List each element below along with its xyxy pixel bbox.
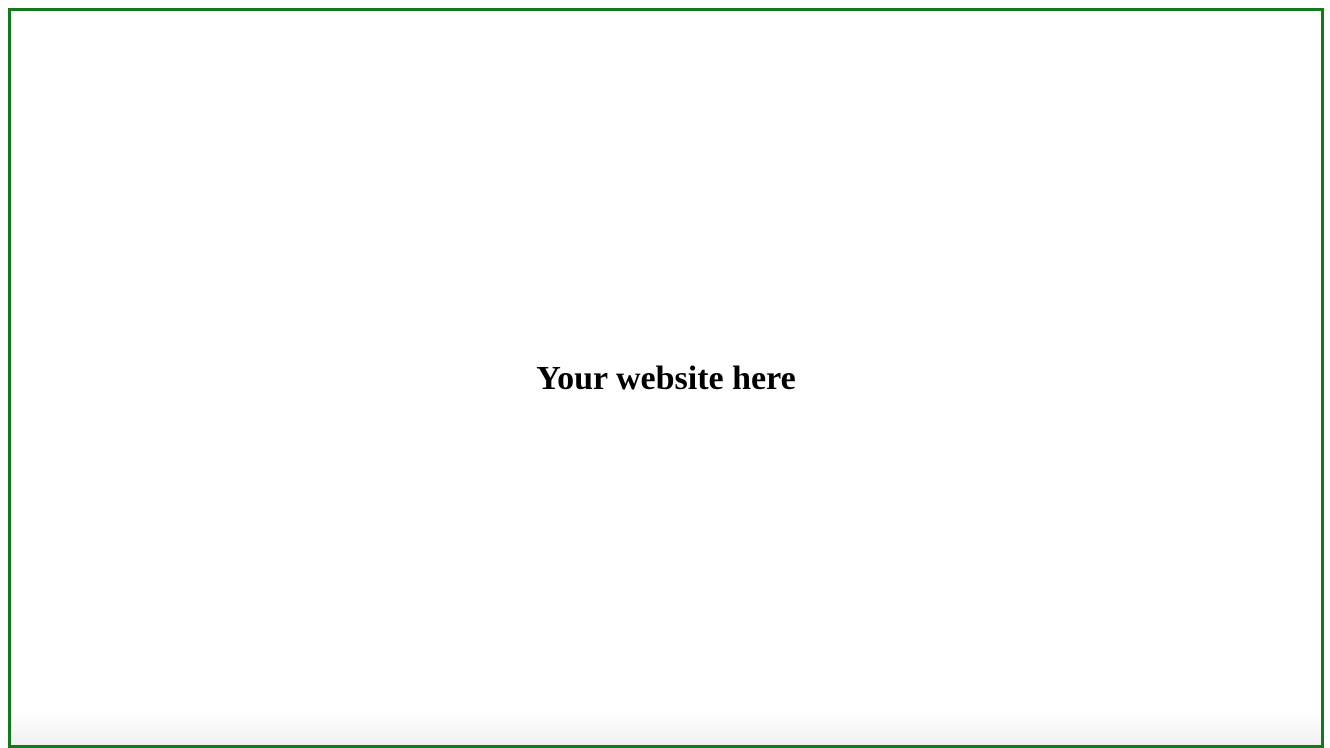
placeholder-heading: Your website here [536, 360, 796, 397]
bottom-shadow [11, 711, 1321, 745]
website-frame: Your website here [8, 8, 1324, 748]
